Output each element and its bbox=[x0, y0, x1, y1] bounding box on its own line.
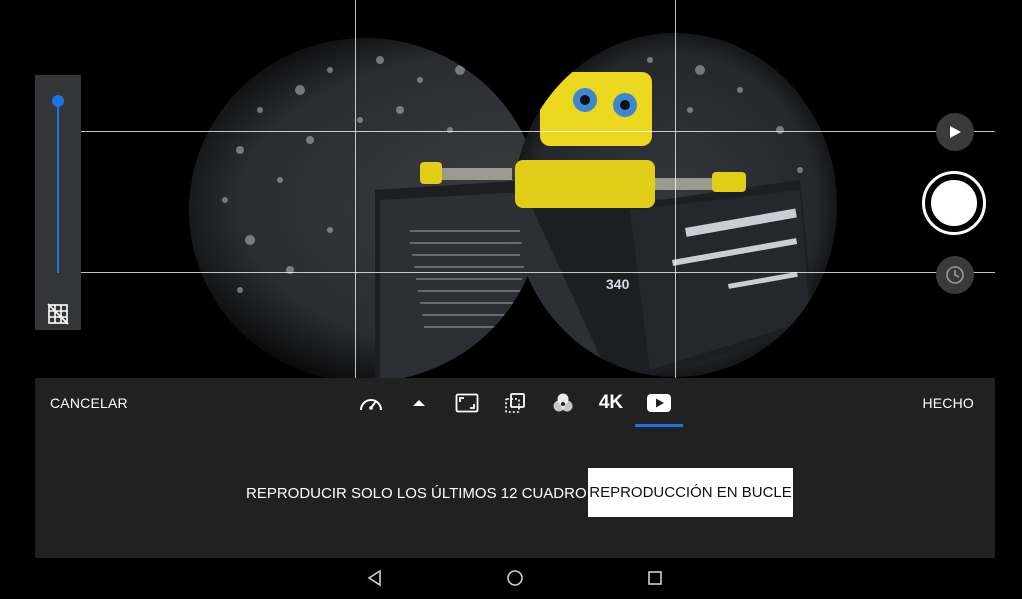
aspect-ratio-icon[interactable] bbox=[454, 390, 480, 416]
arrow-up-icon[interactable] bbox=[409, 390, 429, 416]
grid-line-vertical-left bbox=[355, 0, 356, 378]
android-nav-bar bbox=[0, 558, 1022, 599]
recents-square-icon[interactable] bbox=[642, 565, 668, 591]
play-last-frames-option[interactable]: REPRODUCIR SOLO LOS ÚLTIMOS 12 CUADRO bbox=[246, 485, 587, 502]
cancel-button[interactable]: CANCELAR bbox=[50, 395, 128, 411]
onion-skin-icon[interactable] bbox=[502, 390, 528, 416]
speedometer-icon[interactable] bbox=[358, 390, 384, 416]
grid-line-horizontal-top bbox=[81, 131, 995, 132]
selected-tab-indicator bbox=[635, 424, 683, 427]
book-page-number: 340 bbox=[606, 276, 630, 292]
shutter-inner-circle bbox=[928, 177, 980, 229]
resolution-4k-button[interactable]: 4K bbox=[595, 390, 627, 416]
grid-line-horizontal-bottom bbox=[81, 272, 995, 273]
camera-viewfinder[interactable]: 340 bbox=[0, 0, 1022, 378]
loop-playback-option[interactable]: REPRODUCCIÓN EN BUCLE bbox=[588, 468, 793, 517]
playback-settings-panel: CANCELAR 4K HECHO REPRODUCIR SOLO LOS ÚL… bbox=[35, 378, 995, 558]
youtube-play-icon[interactable] bbox=[646, 390, 672, 416]
timer-icon[interactable] bbox=[936, 256, 974, 294]
color-filter-icon[interactable] bbox=[550, 390, 576, 416]
done-button[interactable]: HECHO bbox=[922, 395, 974, 411]
play-icon[interactable] bbox=[936, 113, 974, 151]
zoom-slider-thumb[interactable] bbox=[52, 95, 64, 107]
binocular-view-photo bbox=[189, 33, 837, 378]
zoom-slider-track[interactable] bbox=[57, 101, 59, 273]
zoom-slider-panel bbox=[35, 75, 81, 330]
grid-line-vertical-right bbox=[675, 0, 676, 378]
back-triangle-icon[interactable] bbox=[362, 565, 388, 591]
home-circle-icon[interactable] bbox=[502, 565, 528, 591]
grid-off-icon[interactable] bbox=[47, 303, 69, 325]
shutter-icon[interactable] bbox=[922, 171, 986, 235]
